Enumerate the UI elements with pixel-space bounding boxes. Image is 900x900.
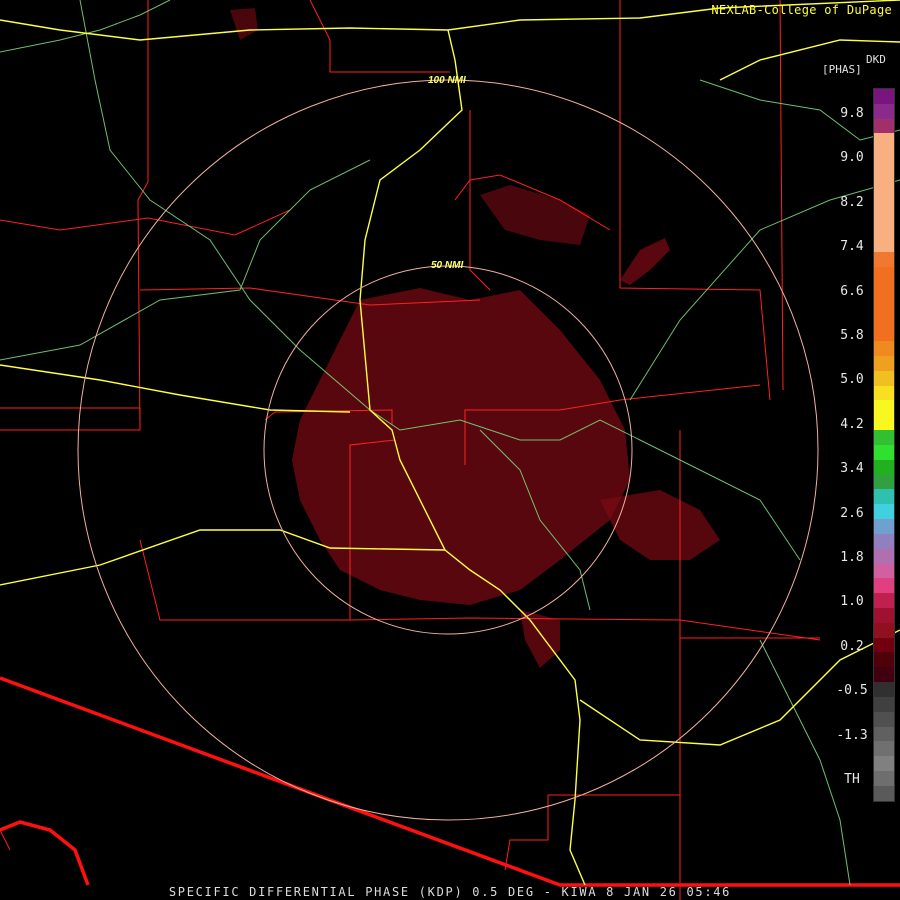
legend-units: [PHAS] [822,63,862,76]
color-scale-step [874,533,894,549]
color-scale-step [874,741,894,757]
color-scale-step [874,607,894,623]
color-scale-step [874,118,894,134]
color-scale-step [874,785,894,801]
color-scale-step [874,430,894,445]
radar-echoes [230,8,720,668]
color-scale-step [874,355,894,371]
radar-map: 100 NMI 50 NMI [0,0,900,900]
color-scale-step [874,133,894,149]
color-scale-step [874,711,894,727]
color-scale-step [874,148,894,164]
color-scale-step [874,622,894,638]
color-scale-step [874,237,894,253]
color-scale-step [874,504,894,520]
color-scale-step [874,103,894,119]
color-scale-step [874,296,894,312]
color-scale-step [874,326,894,342]
color-scale-tick: 1.8 [840,550,864,565]
color-scale-step [874,385,894,401]
color-scale-tick: 8.2 [840,194,864,210]
color-scale-tick: 9.0 [840,150,864,166]
color-scale-step [874,756,894,772]
credit-text: NEXLAB-College of DuPage [711,3,892,17]
color-scale-step [874,341,894,356]
color-scale-step [874,578,894,594]
color-scale-tick: -1.3 [836,727,868,743]
color-scale-step [874,637,894,653]
color-scale-step [874,415,894,431]
color-scale-step [874,177,894,193]
color-scale-bar [873,88,895,802]
color-scale-step [874,696,894,712]
ring-label-100: 100 NMI [428,75,466,86]
color-scale-step [874,266,894,282]
color-scale-tick: 0.2 [840,638,864,654]
color-scale-tick: 4.2 [840,416,864,432]
product-footer: SPECIFIC DIFFERENTIAL PHASE (KDP) 0.5 DE… [168,885,732,899]
color-scale-step [874,192,894,208]
color-scale-step [874,311,894,327]
color-scale-tick: 5.8 [840,328,864,343]
color-scale-step [874,563,894,579]
color-scale-tick: 5.0 [840,372,864,388]
color-scale-step [874,667,894,683]
color-scale-step [874,652,894,668]
color-scale-step [874,281,894,297]
color-scale-step [874,593,894,608]
color-scale-tick: 7.4 [840,239,864,255]
ring-label-50: 50 NMI [431,260,463,271]
color-scale-step [874,726,894,742]
color-scale-step [874,519,894,534]
color-scale-step [874,548,894,564]
color-scale-step [874,400,894,416]
color-scale-step [874,771,894,786]
color-scale-step [874,370,894,386]
color-scale-step [874,474,894,490]
color-scale-step [874,682,894,697]
color-scale-step [874,222,894,238]
color-scale-tick: 9.8 [840,106,864,121]
color-scale-step [874,489,894,505]
color-scale-step [874,444,894,460]
color-scale-tick: TH [844,772,860,787]
color-scale-tick: 6.6 [840,283,864,299]
color-scale-tick: 3.4 [840,461,864,477]
color-scale-step [874,252,894,267]
color-scale-tick: 2.6 [840,505,864,521]
color-scale-step [874,459,894,475]
color-scale-tick: 1.0 [840,594,864,610]
state-border [0,676,900,887]
color-scale-step [874,207,894,223]
color-scale-step [874,163,894,178]
color-scale-tick: -0.5 [836,683,868,699]
color-scale-step [874,89,894,104]
legend-product-code: DKD [866,53,886,66]
